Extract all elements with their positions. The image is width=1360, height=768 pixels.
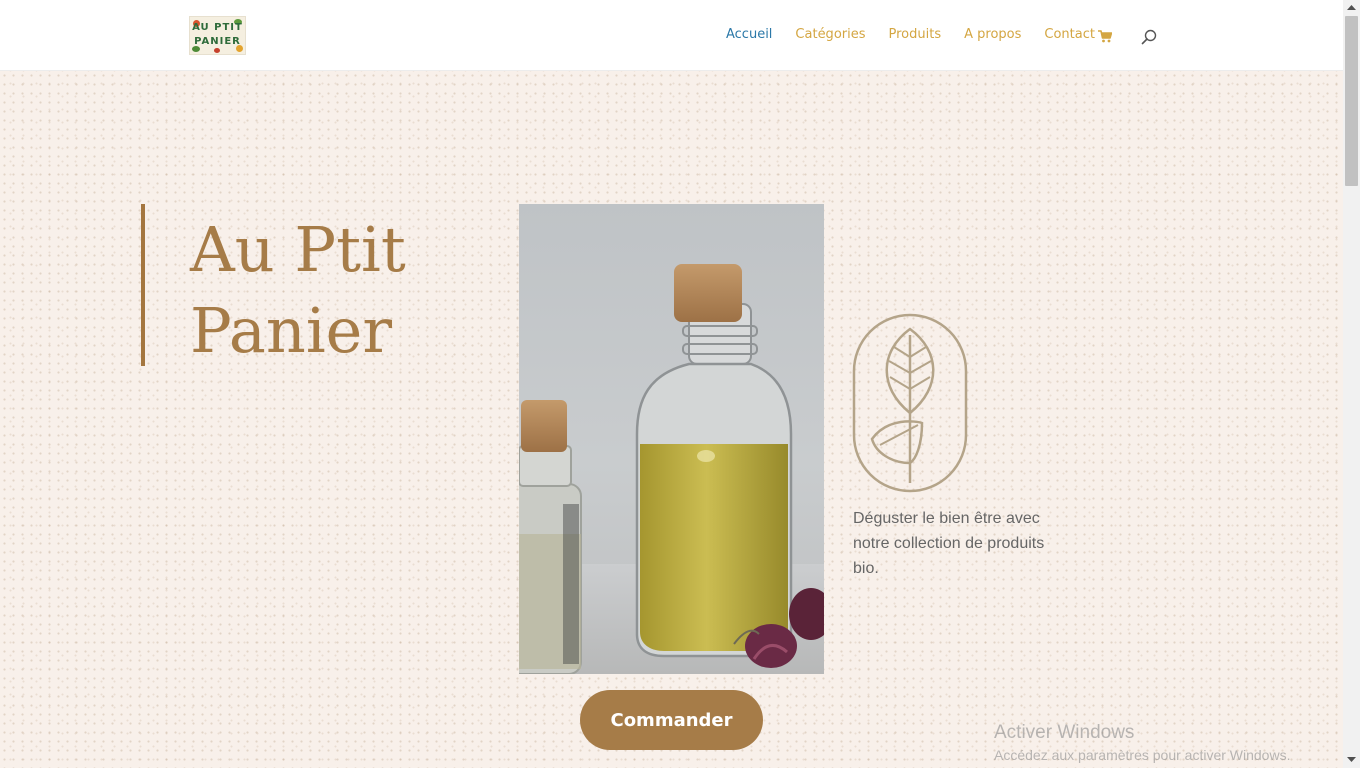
site-logo[interactable]: AU PTIT PANIER — [189, 16, 246, 55]
title-accent-bar — [141, 204, 145, 366]
hero-title: Au Ptit Panier — [190, 213, 406, 367]
vertical-scrollbar[interactable] — [1343, 0, 1360, 768]
scroll-thumb[interactable] — [1345, 16, 1358, 186]
scroll-up-arrow-icon[interactable] — [1347, 4, 1356, 11]
logo-text: AU PTIT PANIER — [192, 21, 243, 49]
nav-item-produits[interactable]: Produits — [889, 27, 942, 42]
logo-line-2: PANIER — [194, 36, 241, 47]
site-header: AU PTIT PANIER Accueil Catégories Produi… — [0, 0, 1343, 71]
windows-activation-watermark: Activer Windows Accédez aux paramètres p… — [994, 721, 1290, 765]
hero-section: Au Ptit Panier Déguster le bien être ave… — [0, 71, 1343, 768]
main-nav: Accueil Catégories Produits A propos Con… — [726, 27, 1118, 42]
scroll-down-arrow-icon[interactable] — [1347, 756, 1356, 763]
nav-item-a-propos[interactable]: A propos — [964, 27, 1021, 42]
search-icon[interactable] — [1141, 29, 1157, 45]
logo-line-1: AU PTIT — [192, 22, 243, 33]
watermark-subtitle: Accédez aux paramètres pour activer Wind… — [994, 747, 1291, 763]
hero-product-photo — [519, 204, 824, 674]
watermark-title: Activer Windows — [994, 722, 1135, 743]
leaf-emblem-icon — [852, 313, 968, 493]
nav-item-contact[interactable]: Contact — [1044, 27, 1095, 42]
nav-item-accueil[interactable]: Accueil — [726, 27, 772, 42]
order-button[interactable]: Commander — [580, 690, 763, 750]
hero-tagline: Déguster le bien être avec notre collect… — [853, 510, 1045, 577]
nav-item-categories[interactable]: Catégories — [795, 27, 865, 42]
cart-icon[interactable] — [1098, 30, 1112, 43]
